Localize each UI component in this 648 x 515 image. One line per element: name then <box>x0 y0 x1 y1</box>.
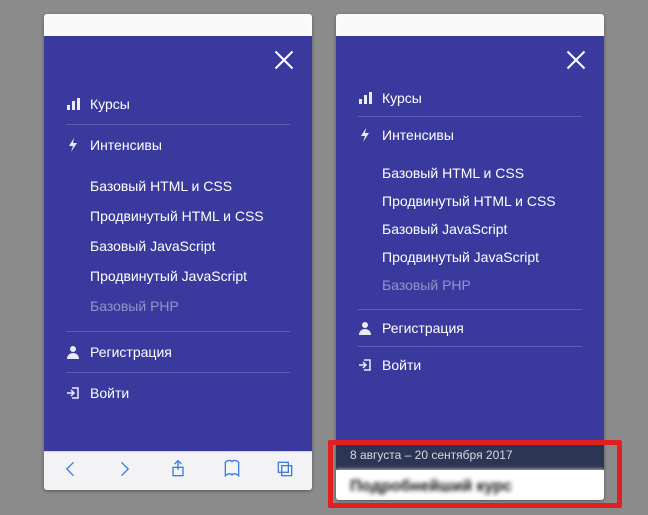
submenu-item[interactable]: Продвинутый HTML и CSS <box>358 187 582 215</box>
submenu-item[interactable]: Продвинутый JavaScript <box>358 243 582 271</box>
nav-item-register[interactable]: Регистрация <box>66 332 290 373</box>
nav-label: Интенсивы <box>90 137 162 153</box>
peeking-content: 8 августа – 20 сентября 2017 Подробнейши… <box>336 440 604 500</box>
nav-item-intensives[interactable]: Интенсивы <box>66 125 290 165</box>
back-icon[interactable] <box>61 459 81 484</box>
nav-item-intensives[interactable]: Интенсивы <box>358 117 582 153</box>
lightning-icon <box>66 138 80 152</box>
nav-label: Курсы <box>90 96 130 112</box>
submenu-item[interactable]: Базовый HTML и CSS <box>358 159 582 187</box>
nav-label: Войти <box>382 357 421 373</box>
bar-chart-icon <box>358 91 372 105</box>
login-icon <box>66 386 80 400</box>
nav-menu: Курсы Интенсивы Базовый HTML и CSS Продв… <box>336 36 604 383</box>
status-bar <box>336 14 604 36</box>
nav-label: Войти <box>90 385 129 401</box>
nav-label: Регистрация <box>90 344 172 360</box>
close-button[interactable] <box>564 48 588 72</box>
user-icon <box>358 321 372 335</box>
submenu-item-disabled: Базовый PHP <box>66 291 290 321</box>
submenu-item-disabled: Базовый PHP <box>358 271 582 299</box>
nav-label: Курсы <box>382 90 422 106</box>
nav-item-courses[interactable]: Курсы <box>358 80 582 117</box>
submenu-item[interactable]: Продвинутый HTML и CSS <box>66 201 290 231</box>
nav-panel: Курсы Интенсивы Базовый HTML и CSS Продв… <box>44 36 312 451</box>
nav-menu: Курсы Интенсивы Базовый HTML и CSS Продв… <box>44 36 312 413</box>
safari-toolbar <box>44 451 312 490</box>
intensives-submenu: Базовый HTML и CSS Продвинутый HTML и CS… <box>66 165 290 332</box>
submenu-item[interactable]: Продвинутый JavaScript <box>66 261 290 291</box>
course-card-title: Подробнейший курс <box>336 470 604 500</box>
submenu-item[interactable]: Базовый HTML и CSS <box>66 171 290 201</box>
nav-item-register[interactable]: Регистрация <box>358 310 582 347</box>
share-icon[interactable] <box>168 459 188 484</box>
lightning-icon <box>358 128 372 142</box>
forward-icon[interactable] <box>114 459 134 484</box>
submenu-item[interactable]: Базовый JavaScript <box>66 231 290 261</box>
login-icon <box>358 358 372 372</box>
close-button[interactable] <box>272 48 296 72</box>
intensives-submenu: Базовый HTML и CSS Продвинутый HTML и CS… <box>358 153 582 310</box>
nav-label: Регистрация <box>382 320 464 336</box>
bar-chart-icon <box>66 97 80 111</box>
nav-item-login[interactable]: Войти <box>66 373 290 413</box>
nav-item-courses[interactable]: Курсы <box>66 84 290 125</box>
submenu-item[interactable]: Базовый JavaScript <box>358 215 582 243</box>
course-dates: 8 августа – 20 сентября 2017 <box>336 440 604 470</box>
nav-panel: Курсы Интенсивы Базовый HTML и CSS Продв… <box>336 36 604 468</box>
nav-item-login[interactable]: Войти <box>358 347 582 383</box>
nav-label: Интенсивы <box>382 127 454 143</box>
phone-left: Курсы Интенсивы Базовый HTML и CSS Продв… <box>44 14 312 490</box>
phone-right: Курсы Интенсивы Базовый HTML и CSS Продв… <box>336 14 604 500</box>
status-bar <box>44 14 312 36</box>
tabs-icon[interactable] <box>275 459 295 484</box>
bookmarks-icon[interactable] <box>222 459 242 484</box>
user-icon <box>66 345 80 359</box>
